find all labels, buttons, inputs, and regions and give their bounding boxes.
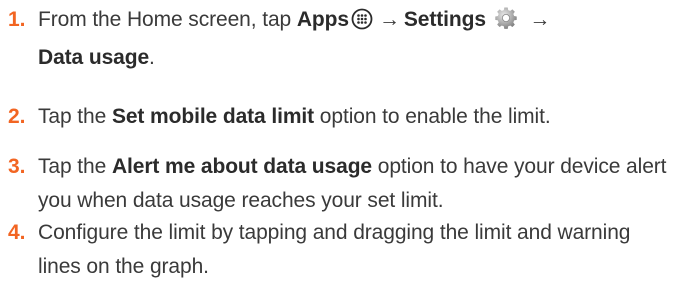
arrow: →: [529, 8, 551, 31]
step-number: 4.: [8, 221, 26, 244]
step-1-intro: From the Home screen, tap: [38, 8, 292, 31]
step-2: 2. Tap the Set mobile data limit option …: [8, 100, 668, 134]
apps-label: Apps: [296, 8, 349, 31]
step-text: Configure the limit by tapping and dragg…: [38, 221, 631, 278]
step-3-intro: Tap the: [38, 155, 107, 178]
step-text: Tap the Alert me about data usage option…: [8, 150, 668, 218]
set-mobile-data-limit-label: Set mobile data limit: [111, 105, 315, 128]
instruction-steps: 1. From the Home screen, tap Apps → Setti…: [0, 0, 673, 299]
apps-grid-icon: [351, 7, 373, 41]
data-usage-label: Data usage: [38, 46, 150, 69]
step-1: 1. From the Home screen, tap Apps → Setti…: [8, 3, 668, 75]
step-number: 2.: [8, 105, 26, 128]
step-number: 1.: [8, 8, 26, 31]
arrow: →: [378, 8, 400, 31]
step-4: 4. Configure the limit by tapping and dr…: [8, 216, 668, 284]
step-number: 3.: [8, 155, 26, 178]
step-3: 3. Tap the Alert me about data usage opt…: [8, 150, 668, 218]
alert-me-label: Alert me about data usage: [111, 155, 372, 178]
step-2-intro: Tap the: [38, 105, 107, 128]
settings-label: Settings: [403, 8, 486, 31]
settings-gear-icon: [494, 6, 518, 41]
step-text: From the Home screen, tap Apps → Settings: [8, 3, 668, 75]
step-2-rest: option to enable the limit.: [319, 105, 551, 128]
step-text: Tap the Set mobile data limit option to …: [8, 100, 668, 134]
period: .: [149, 46, 155, 69]
